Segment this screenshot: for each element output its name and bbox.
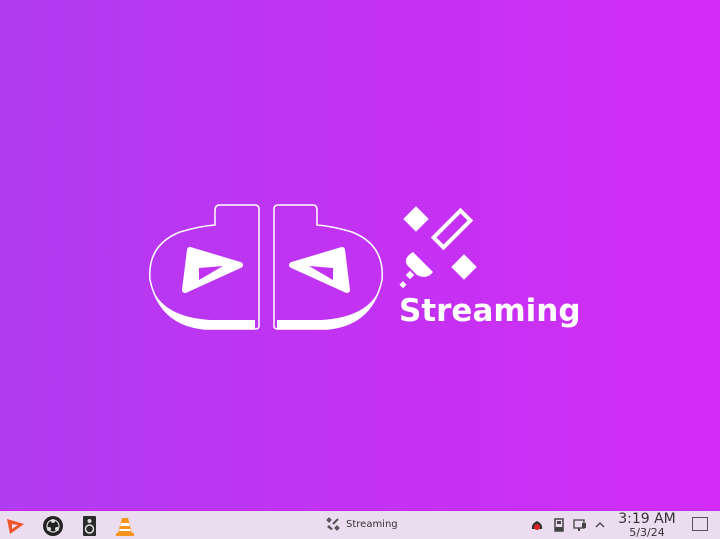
task-label: Streaming (346, 518, 398, 530)
removable-drive-icon[interactable] (552, 518, 566, 532)
taskbar-task-streaming[interactable]: Streaming (326, 517, 398, 531)
show-desktop-button[interactable] (692, 517, 708, 531)
taskbar: Streaming 3:19 AM 5/3/24 (0, 509, 720, 539)
display-icon[interactable] (573, 518, 587, 532)
brand-text: Streaming (399, 293, 581, 329)
clock-time: 3:19 AM (618, 511, 676, 527)
satellite-icon (399, 206, 477, 289)
vlc-launcher[interactable] (114, 515, 136, 537)
app-menu-button[interactable] (4, 515, 26, 537)
network-status-icon[interactable] (530, 518, 544, 532)
obs-launcher[interactable] (42, 515, 64, 537)
speaker-launcher[interactable] (78, 515, 100, 537)
desktop: Streaming (0, 0, 720, 509)
satellite-icon (326, 517, 340, 531)
clock[interactable]: 3:19 AM 5/3/24 (612, 511, 682, 539)
clock-date: 5/3/24 (629, 526, 665, 539)
chevron-up-icon[interactable] (593, 518, 607, 532)
